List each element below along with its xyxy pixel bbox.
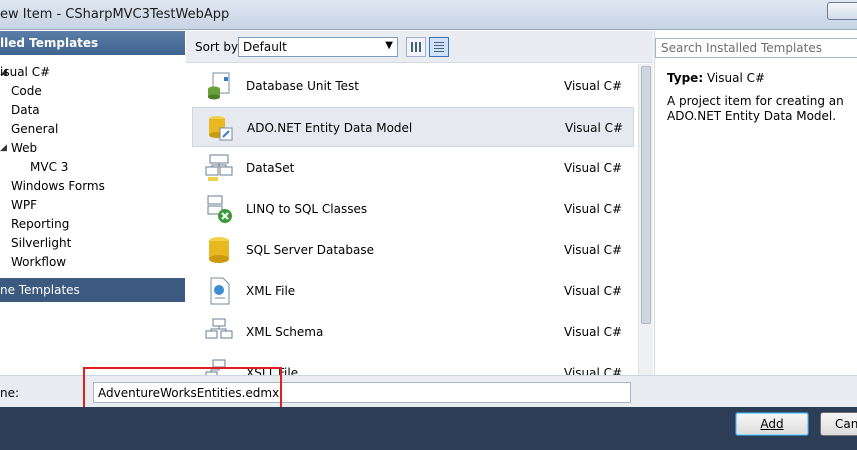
tree-item-silverlight[interactable]: Silverlight xyxy=(11,236,71,250)
template-row-xml-file[interactable]: XML File Visual C# xyxy=(192,271,634,311)
template-details-panel: Search Installed Templates Type: Visual … xyxy=(654,31,857,375)
dialog-footer: Add Can xyxy=(0,407,857,450)
online-templates-header[interactable]: ne Templates xyxy=(0,278,185,302)
template-description: A project item for creating an ADO.NET E… xyxy=(667,94,844,123)
template-list-scrollbar[interactable] xyxy=(638,64,653,375)
template-name: XML Schema xyxy=(246,325,324,339)
scrollbar-thumb[interactable] xyxy=(641,66,651,324)
template-language: Visual C# xyxy=(564,202,623,216)
sort-by-label: Sort by: xyxy=(195,40,242,54)
template-language: Visual C# xyxy=(564,284,623,298)
name-label: ne: xyxy=(0,386,20,400)
template-name: ADO.NET Entity Data Model xyxy=(247,121,413,135)
template-row-entity-data-model[interactable]: ADO.NET Entity Data Model Visual C# xyxy=(192,107,634,147)
tree-item-wpf[interactable]: WPF xyxy=(11,198,37,212)
installed-templates-header[interactable]: lled Templates xyxy=(0,31,185,55)
close-window-button[interactable] xyxy=(827,2,857,20)
template-row-database-unit-test[interactable]: Database Unit Test Visual C# xyxy=(192,66,634,106)
xml-file-icon xyxy=(210,277,230,305)
template-type: Type: Visual C# xyxy=(667,71,765,85)
template-name: SQL Server Database xyxy=(246,243,374,257)
dataset-icon xyxy=(205,154,233,181)
add-button-label: Add xyxy=(760,417,784,431)
template-row-linq-to-sql[interactable]: LINQ to SQL Classes Visual C# xyxy=(192,189,634,229)
template-name: LINQ to SQL Classes xyxy=(246,202,368,216)
template-name: Database Unit Test xyxy=(246,79,359,93)
chevron-down-icon: ▼ xyxy=(385,40,393,51)
tree-item-web[interactable]: Web xyxy=(11,141,37,155)
sql-database-icon xyxy=(209,237,229,263)
template-tree-panel: lled Templates ◢ isual C# Code Data Gene… xyxy=(0,31,185,375)
template-language: Visual C# xyxy=(565,121,624,135)
template-row-dataset[interactable]: DataSet Visual C# xyxy=(192,148,634,188)
window-title: ew Item - CSharpMVC3TestWebApp xyxy=(0,7,230,22)
sort-by-value: Default xyxy=(243,40,287,54)
type-value: Visual C# xyxy=(706,71,766,85)
cancel-button-label: Can xyxy=(835,417,857,431)
template-language: Visual C# xyxy=(564,243,623,257)
database-unit-test-icon xyxy=(208,72,230,100)
tree-item-windows-forms[interactable]: Windows Forms xyxy=(11,179,105,193)
tree-item-data[interactable]: Data xyxy=(11,103,40,117)
template-language: Visual C# xyxy=(564,161,623,175)
template-language: Visual C# xyxy=(564,325,623,339)
template-name: XML File xyxy=(246,284,296,298)
list-view-icon xyxy=(434,42,444,52)
search-templates-input[interactable]: Search Installed Templates xyxy=(655,38,857,58)
sort-by-dropdown[interactable]: Default ▼ xyxy=(238,37,398,57)
details-view-button[interactable] xyxy=(429,37,449,57)
xml-schema-icon xyxy=(205,318,233,339)
add-button[interactable]: Add xyxy=(735,412,809,436)
cancel-button[interactable]: Can xyxy=(820,412,857,436)
grid-view-icon xyxy=(411,42,421,52)
tree-expand-icon[interactable]: ◢ xyxy=(0,143,7,153)
tree-item-mvc3[interactable]: MVC 3 xyxy=(30,160,68,174)
title-bar: ew Item - CSharpMVC3TestWebApp xyxy=(0,0,857,30)
tree-item-visual-csharp[interactable]: isual C# xyxy=(0,65,50,79)
medium-icons-view-button[interactable] xyxy=(406,37,426,57)
type-label: Type: xyxy=(667,71,704,85)
template-language: Visual C# xyxy=(564,366,623,375)
linq-to-sql-icon xyxy=(207,195,232,223)
template-language: Visual C# xyxy=(564,79,623,93)
template-row-xml-schema[interactable]: XML Schema Visual C# xyxy=(192,312,634,352)
highlight-annotation xyxy=(83,367,282,411)
sort-toolbar: Sort by: Default ▼ xyxy=(186,31,653,63)
tree-item-reporting[interactable]: Reporting xyxy=(11,217,69,231)
tree-item-general[interactable]: General xyxy=(11,122,58,136)
template-name: DataSet xyxy=(246,161,295,175)
tree-item-workflow[interactable]: Workflow xyxy=(11,255,66,269)
template-row-sql-server-database[interactable]: SQL Server Database Visual C# xyxy=(192,230,634,270)
template-list: Database Unit Test Visual C# ADO.NET Ent… xyxy=(186,64,638,375)
tree-item-code[interactable]: Code xyxy=(11,84,42,98)
entity-data-model-icon xyxy=(209,116,233,141)
